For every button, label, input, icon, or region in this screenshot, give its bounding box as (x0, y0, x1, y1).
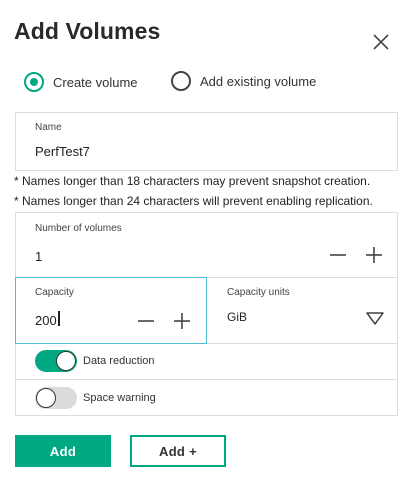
triangle-down-icon (366, 312, 384, 325)
radio-create-volume-label: Create volume (53, 74, 138, 90)
data-reduction-row: Data reduction (15, 344, 398, 380)
number-of-volumes-field[interactable]: Number of volumes 1 (15, 212, 398, 278)
capacity-label: Capacity (35, 287, 74, 298)
number-of-volumes-value: 1 (35, 249, 43, 264)
name-field[interactable]: Name PerfTest7 (15, 112, 398, 171)
capacity-field[interactable]: Capacity 200 (15, 277, 207, 344)
plus-icon (174, 313, 190, 329)
decrement-capacity-button[interactable] (136, 311, 156, 331)
radio-add-existing-volume-label: Add existing volume (200, 73, 317, 89)
radio-add-existing-volume[interactable]: Add existing volume (171, 71, 316, 91)
capacity-input-value: 200 (35, 313, 57, 328)
dialog-title: Add Volumes (14, 18, 161, 44)
toggle-knob (36, 388, 56, 408)
data-reduction-label: Data reduction (83, 355, 155, 367)
number-of-volumes-label: Number of volumes (35, 223, 122, 234)
capacity-units-label: Capacity units (227, 287, 290, 298)
plus-icon (366, 247, 382, 263)
space-warning-row: Space warning (15, 380, 398, 416)
close-button[interactable] (370, 31, 392, 53)
capacity-units-value: GiB (227, 310, 248, 324)
increment-capacity-button[interactable] (172, 311, 192, 331)
text-cursor (58, 311, 60, 326)
radio-selected-indicator (24, 72, 44, 92)
toggle-knob (56, 351, 76, 371)
volume-mode-radio-group: Create volume Add existing volume (24, 71, 316, 93)
name-input-value: PerfTest7 (35, 144, 90, 159)
space-warning-label: Space warning (83, 392, 156, 404)
decrement-volumes-button[interactable] (328, 245, 348, 265)
capacity-units-dropdown-button[interactable] (365, 308, 385, 328)
snapshot-name-note: * Names longer than 18 characters may pr… (14, 174, 371, 188)
space-warning-toggle[interactable] (35, 387, 77, 409)
radio-unselected-indicator (171, 71, 191, 91)
close-icon (373, 34, 389, 50)
radio-create-volume[interactable]: Create volume (24, 72, 138, 92)
add-button[interactable]: Add (15, 435, 111, 467)
replication-name-note: * Names longer than 24 characters will p… (14, 194, 373, 208)
data-reduction-toggle[interactable] (35, 350, 77, 372)
minus-icon (138, 320, 154, 322)
name-field-label: Name (35, 122, 62, 133)
minus-icon (330, 254, 346, 256)
radio-dot (30, 78, 38, 86)
add-plus-button[interactable]: Add + (130, 435, 226, 467)
increment-volumes-button[interactable] (364, 245, 384, 265)
